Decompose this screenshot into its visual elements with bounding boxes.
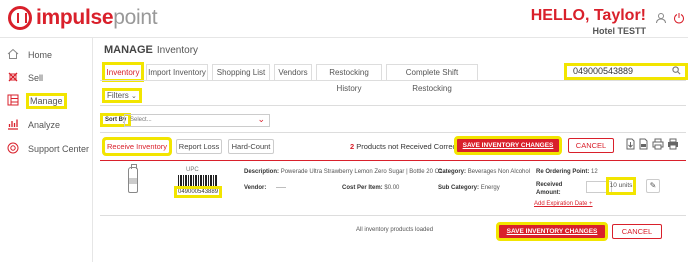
greeting-block: HELLO, Taylor! Hotel TESTT xyxy=(530,7,647,37)
main-content: MANAGE Inventory Inventory Import Invento… xyxy=(94,38,688,262)
tab-shopping-list[interactable]: Shopping List xyxy=(212,64,270,80)
sidebar-item-manage[interactable]: Manage xyxy=(6,93,67,109)
sidebar-item-label: Home xyxy=(28,50,53,60)
sidebar-item-label: Support Center xyxy=(28,144,90,154)
save-inventory-changes-button[interactable]: SAVE INVENTORY CHANGES xyxy=(454,136,562,155)
sidebar-item-home[interactable]: Home xyxy=(6,47,52,63)
tab-divider xyxy=(100,80,686,81)
logo[interactable]: impulse point xyxy=(8,6,158,30)
chevron-down-icon: ⌄ xyxy=(257,114,265,124)
logo-mark-icon xyxy=(8,6,32,30)
divider xyxy=(100,105,686,106)
logout-icon[interactable] xyxy=(672,12,686,26)
page-title-text: MANAGE xyxy=(104,44,153,56)
filters-label: Filters xyxy=(107,91,129,100)
tab-complete-shift-restocking[interactable]: Complete Shift Restocking xyxy=(386,64,478,93)
category-value: Beverages Non Alcohol xyxy=(467,169,531,175)
product-bottle-icon xyxy=(128,164,138,193)
sidebar-item-label: Analyze xyxy=(28,120,61,130)
reorder-label: Re Ordering Point: xyxy=(536,169,590,175)
vendor-value: ----- xyxy=(276,185,287,191)
subcategory-label: Sub Category: xyxy=(438,185,480,191)
sidebar-item-label: Manage xyxy=(26,93,67,109)
not-received-count: 2 xyxy=(350,142,355,151)
vendor-label: Vendor: xyxy=(244,185,267,191)
table-row: UPC 049000543889 Description: Powerade U… xyxy=(100,164,686,211)
tab-restocking-history[interactable]: Restocking History xyxy=(316,64,382,93)
cost-cell: Cost Per Item: $0.00 xyxy=(342,185,399,191)
description-value: Powerade Ultra Strawberry Lemon Zero Sug… xyxy=(280,169,443,175)
sidebar-item-analyze[interactable]: Analyze xyxy=(6,117,60,133)
support-icon xyxy=(6,142,20,156)
loaded-status: All inventory products loaded xyxy=(356,227,434,233)
save-inventory-changes-button-footer[interactable]: SAVE INVENTORY CHANGES xyxy=(496,222,608,241)
top-bar: impulse point HELLO, Taylor! Hotel TESTT xyxy=(0,0,688,38)
subcategory-value: Energy xyxy=(480,185,500,191)
sidebar-item-support[interactable]: Support Center xyxy=(6,141,89,157)
cancel-button-footer[interactable]: CANCEL xyxy=(612,224,662,239)
analyze-icon xyxy=(6,118,20,132)
not-received-text: Products not Received Correctly xyxy=(356,142,464,151)
pencil-icon: ✎ xyxy=(649,181,657,190)
logo-suffix: point xyxy=(113,6,158,29)
cancel-button[interactable]: CANCEL xyxy=(568,138,614,153)
filters-toggle[interactable]: Filters ⌄ xyxy=(102,88,142,103)
pdf-icon[interactable] xyxy=(639,138,648,153)
received-amount-label: Received Amount: xyxy=(536,181,562,197)
reorder-cell: Re Ordering Point: 12 xyxy=(536,169,598,175)
search-input[interactable]: 049000543889 xyxy=(564,63,688,80)
page-subtitle: Inventory xyxy=(156,45,199,56)
upc-value: 049000543889 xyxy=(173,186,223,198)
divider xyxy=(100,215,686,216)
logo-brand: impulse xyxy=(36,6,114,29)
category-cell: Category: Beverages Non Alcohol xyxy=(438,169,530,175)
cost-value: $0.00 xyxy=(384,185,400,191)
chevron-down-icon: ⌄ xyxy=(131,93,137,100)
receive-inventory-button[interactable]: Receive Inventory xyxy=(102,137,172,156)
vendor-cell: Vendor: ----- xyxy=(244,185,286,191)
hard-count-button[interactable]: Hard-Count xyxy=(228,139,274,154)
home-icon xyxy=(6,48,20,62)
received-label-line1: Received xyxy=(536,182,563,188)
not-received-notice: 2 Products not Received Correctly xyxy=(350,142,464,151)
description-cell: Description: Powerade Ultra Strawberry L… xyxy=(244,169,442,175)
upc-label: UPC xyxy=(186,167,199,173)
sell-icon xyxy=(6,71,20,85)
cost-label: Cost Per Item: xyxy=(342,185,383,191)
hotel-name: Hotel TESTT xyxy=(592,26,647,36)
search-icon[interactable] xyxy=(672,66,681,77)
report-loss-button[interactable]: Report Loss xyxy=(176,139,222,154)
subcategory-cell: Sub Category: Energy xyxy=(438,185,500,191)
export-icon[interactable] xyxy=(626,138,635,153)
printer-icon[interactable] xyxy=(667,138,679,153)
category-label: Category: xyxy=(438,169,467,175)
sidebar: Home Sell Manage Analyze Support Center xyxy=(0,38,93,262)
page-title: MANAGE Inventory xyxy=(104,44,198,56)
edit-button[interactable]: ✎ xyxy=(646,179,660,193)
divider xyxy=(100,160,686,161)
print-icon[interactable] xyxy=(652,138,664,153)
greeting: HELLO, Taylor! xyxy=(530,7,646,24)
barcode-icon xyxy=(178,175,218,187)
sidebar-item-sell[interactable]: Sell xyxy=(6,70,43,86)
units-field[interactable]: 10 units xyxy=(606,177,636,195)
sidebar-item-label: Sell xyxy=(28,73,44,83)
sort-select[interactable]: Select... ⌄ xyxy=(124,114,270,127)
received-label-line2: Amount: xyxy=(536,190,561,196)
reorder-value: 12 xyxy=(591,169,598,175)
divider xyxy=(100,132,686,133)
tab-vendors[interactable]: Vendors xyxy=(274,64,312,80)
manage-icon xyxy=(6,94,20,108)
tab-inventory[interactable]: Inventory xyxy=(102,62,144,82)
add-expiration-date-link[interactable]: Add Expiration Date + xyxy=(534,201,593,207)
sort-placeholder: Select... xyxy=(130,117,152,123)
description-label: Description: xyxy=(244,169,280,175)
user-icon[interactable] xyxy=(654,12,668,26)
tab-import-inventory[interactable]: Import Inventory xyxy=(146,64,208,80)
